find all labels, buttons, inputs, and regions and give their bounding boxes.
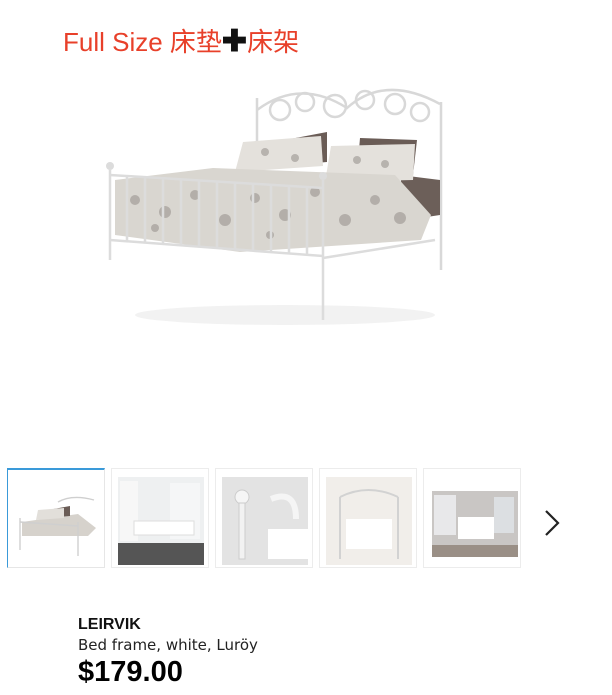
thumbnail-bedroom-curtains[interactable] — [111, 468, 209, 568]
caption-prefix: Full Size 床垫 — [63, 27, 222, 57]
product-main-image — [106, 88, 443, 325]
thumbnail-bedpost-detail[interactable] — [215, 468, 313, 568]
plus-icon: ✚ — [221, 25, 248, 58]
product-description: Bed frame, white, Luröy — [78, 636, 258, 654]
thumbnail-strip — [0, 462, 612, 572]
thumbnail-bed-frame-front[interactable] — [7, 468, 105, 568]
thumbnail-bedroom-scene[interactable] — [423, 468, 521, 568]
thumbnail-headboard-room[interactable] — [319, 468, 417, 568]
promo-caption: Full Size 床垫✚床架 — [63, 25, 299, 59]
caption-suffix: 床架 — [247, 27, 300, 57]
product-price: $179.00 — [78, 656, 183, 688]
chevron-right-icon[interactable] — [538, 503, 566, 543]
product-name: LEIRVIK — [78, 616, 141, 633]
